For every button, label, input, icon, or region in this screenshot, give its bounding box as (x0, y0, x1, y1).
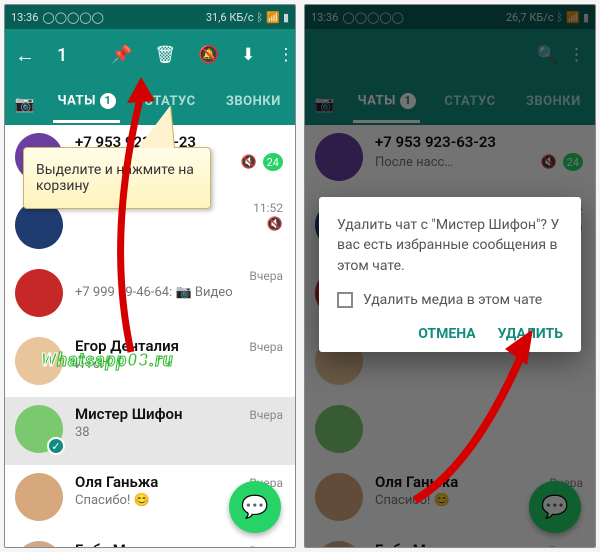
chat-preview: +7 999 89-46-64: 📷 Видео (75, 285, 233, 300)
checkbox-icon[interactable] (337, 292, 353, 308)
chat-time: Вчера (249, 269, 283, 283)
phone-right: 13:36 ◯◯◯◯◯ 26,7 КБ/с ᛒ 📶 ▮ 🔍 ⋮ 📷 ЧАТЫ1 … (304, 4, 596, 548)
camera-tab-icon[interactable]: 📷 (5, 94, 45, 113)
avatar[interactable] (15, 269, 63, 317)
new-chat-fab[interactable]: 💬 (229, 481, 281, 533)
delete-chat-dialog: Удалить чат с "Мистер Шифон"? У вас есть… (319, 197, 581, 352)
avatar[interactable]: ✓ (15, 405, 63, 453)
chat-name: Мистер Шифон (75, 405, 183, 423)
phone-left: 13:36 ◯◯◯◯◯ 31,6 КБ/с ᛒ 📶 ▮ ← 1 📌 🗑 🔕 ⬇ … (4, 4, 296, 548)
chat-row[interactable]: ✓ Мистер Шифон Вчера 38 (5, 397, 295, 465)
check-icon: ✓ (47, 437, 65, 455)
selection-appbar: ← 1 📌 🗑 🔕 ⬇ ⋮ (5, 29, 295, 81)
chat-time: Вчера (249, 340, 283, 354)
clock: 13:36 (11, 11, 38, 24)
app-indicator-icon: ◯◯◯◯◯ (42, 11, 104, 24)
signal-icon: 📶 (266, 11, 280, 24)
delete-media-checkbox-row[interactable]: Удалить медиа в этом чате (337, 292, 563, 308)
selection-count: 1 (57, 45, 67, 66)
delete-button[interactable]: УДАЛИТЬ (498, 326, 563, 342)
tab-chats[interactable]: ЧАТЫ1 (45, 93, 128, 113)
trash-icon[interactable]: 🗑 (154, 45, 176, 65)
chat-name: Оля Ганьжа (75, 473, 158, 491)
pin-icon[interactable]: 📌 (111, 45, 132, 65)
more-icon[interactable]: ⋮ (277, 45, 294, 65)
dialog-text: Удалить чат с "Мистер Шифон"? У вас есть… (337, 215, 563, 276)
archive-icon[interactable]: ⬇ (241, 45, 255, 65)
avatar[interactable] (15, 541, 63, 547)
checkbox-label: Удалить медиа в этом чате (363, 292, 542, 308)
tab-calls[interactable]: ЗВОНКИ (212, 94, 295, 113)
chat-name: Баба Мтс (75, 541, 141, 547)
bluetooth-icon: ᛒ (257, 11, 264, 24)
chat-time: Вчера (249, 408, 283, 422)
statusbar: 13:36 ◯◯◯◯◯ 31,6 КБ/с ᛒ 📶 ▮ (5, 5, 295, 29)
mute-icon[interactable]: 🔕 (198, 45, 219, 65)
chat-row[interactable]: Вчера +7 999 89-46-64: 📷 Видео (5, 261, 295, 329)
tooltip-hint: Выделите и нажмите на корзину (23, 147, 211, 209)
battery-icon: ▮ (283, 11, 289, 24)
unread-badge: 1 (100, 93, 116, 109)
watermark: Whatsapp03.ru (41, 350, 174, 371)
muted-icon: 🔇 (267, 217, 283, 232)
avatar[interactable] (15, 473, 63, 521)
back-icon[interactable]: ← (15, 43, 35, 68)
net-speed: 31,6 КБ/с (206, 11, 254, 24)
cancel-button[interactable]: ОТМЕНА (418, 326, 475, 342)
chat-time: 11:52 (253, 201, 283, 215)
chat-preview: 38 (75, 425, 90, 440)
chat-time: Вчера (249, 544, 283, 547)
unread-count: 24 (263, 153, 283, 171)
chat-row[interactable]: Баба МтсВчераСережа, спасибо большое. (5, 533, 295, 547)
chat-preview: Спасибо! 😊 (75, 493, 150, 508)
muted-icon: 🔇 (240, 155, 256, 170)
